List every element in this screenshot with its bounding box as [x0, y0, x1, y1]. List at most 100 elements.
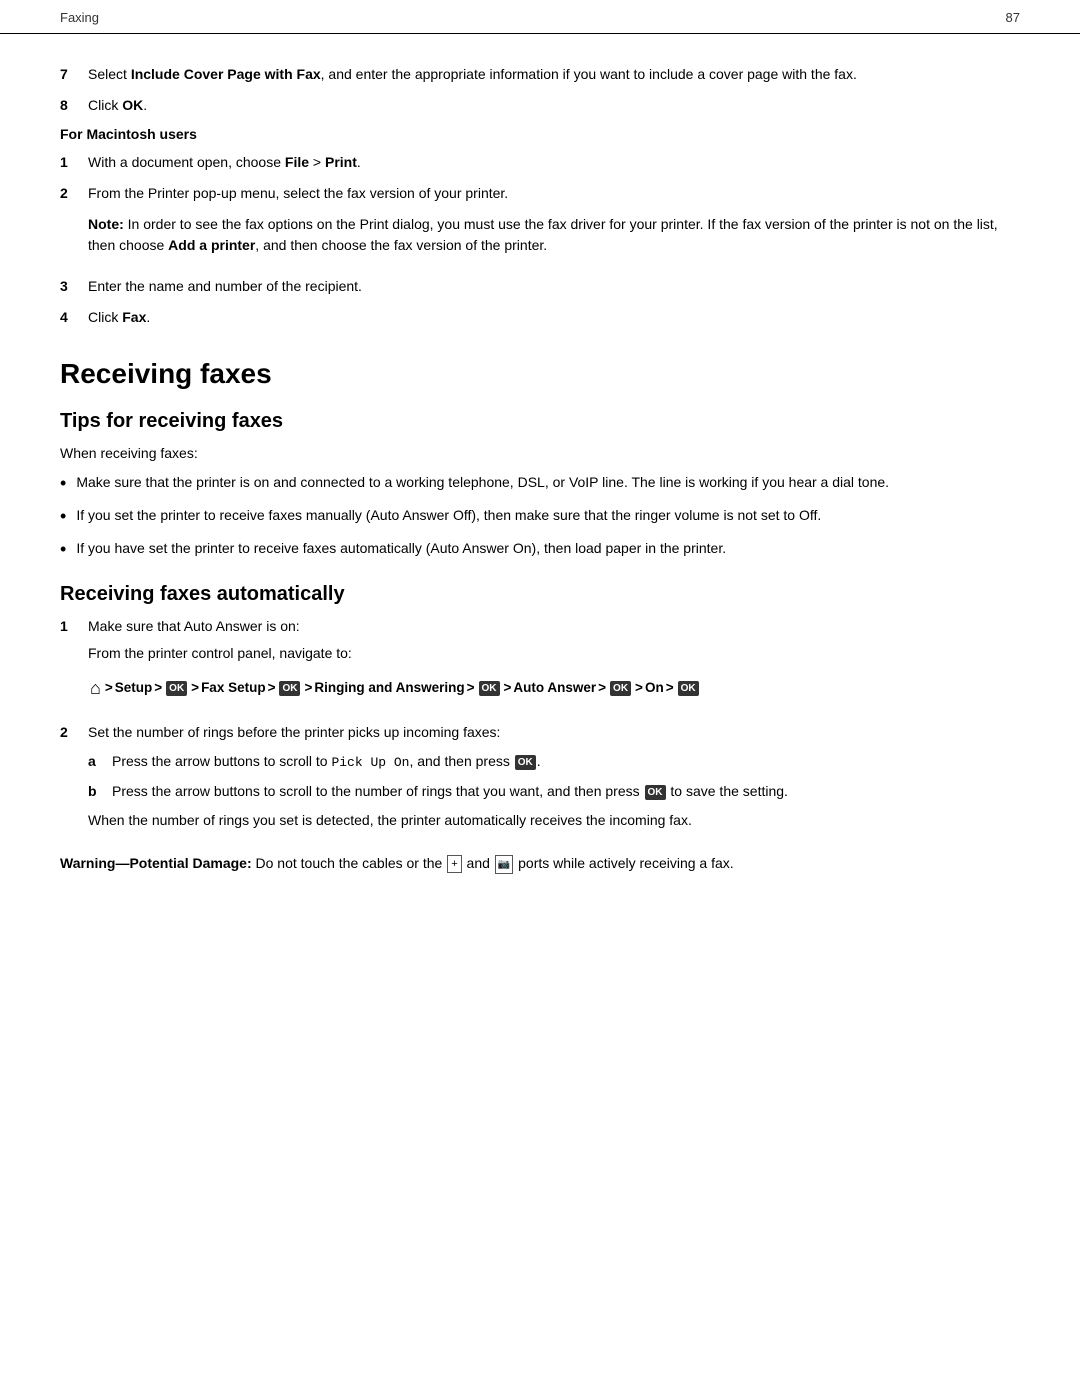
tip-2-text: If you set the printer to receive faxes …	[76, 505, 821, 526]
sub-step-b-label: b	[88, 781, 112, 802]
mac-step-3-number: 3	[60, 276, 88, 297]
mac-step-3-text: Enter the name and number of the recipie…	[88, 278, 362, 294]
step-7-text-after: , and enter the appropriate information …	[321, 66, 857, 82]
step-8-content: Click OK.	[88, 95, 1020, 116]
tips-intro: When receiving faxes:	[60, 443, 1020, 464]
ok-badge-1: OK	[166, 681, 187, 696]
nav-arrow-3: >	[191, 676, 199, 700]
step-7-text-before: Select	[88, 66, 131, 82]
tips-list: • Make sure that the printer is on and c…	[60, 472, 1020, 563]
mac-step-1-bold1: File	[285, 154, 309, 170]
mac-step-1-number: 1	[60, 152, 88, 173]
step-7: 7 Select Include Cover Page with Fax, an…	[60, 64, 1020, 85]
sub-a-text-after: , and then press	[409, 753, 513, 769]
nav-arrow-5: >	[304, 676, 312, 700]
mac-section-heading: For Macintosh users	[60, 126, 1020, 142]
nav-arrow-4: >	[268, 676, 276, 700]
nav-setup: Setup	[115, 676, 153, 700]
auto-step-2: 2 Set the number of rings before the pri…	[60, 722, 1020, 837]
auto-step-1-number: 1	[60, 616, 88, 712]
nav-arrow-1: >	[105, 676, 113, 700]
mac-note-text-after: , and then choose the fax version of the…	[255, 237, 547, 253]
nav-arrow-7: >	[504, 676, 512, 700]
mac-step-2-content: From the Printer pop-up menu, select the…	[88, 183, 1020, 266]
mac-step-4-bold: Fax	[122, 309, 146, 325]
nav-arrow-10: >	[666, 676, 674, 700]
mac-step-1: 1 With a document open, choose File > Pr…	[60, 152, 1020, 173]
auto-step-1-text: Make sure that Auto Answer is on:	[88, 616, 1020, 637]
nav-arrow-2: >	[154, 676, 162, 700]
ok-badge-5: OK	[678, 681, 699, 696]
mac-step-3: 3 Enter the name and number of the recip…	[60, 276, 1020, 297]
nav-arrow-9: >	[635, 676, 643, 700]
mac-step-4-number: 4	[60, 307, 88, 328]
sub-step-b: b Press the arrow buttons to scroll to t…	[88, 781, 1020, 802]
list-item: • Make sure that the printer is on and c…	[60, 472, 1020, 497]
nav-arrow-8: >	[598, 676, 606, 700]
mac-note-label: Note:	[88, 216, 124, 232]
tips-title: Tips for receiving faxes	[60, 410, 1020, 433]
ok-badge-2: OK	[279, 681, 300, 696]
mac-note: Note: In order to see the fax options on…	[88, 214, 1020, 256]
auto-step-1-nav-intro: From the printer control panel, navigate…	[88, 643, 1020, 664]
auto-step-2-after-text: When the number of rings you set is dete…	[88, 810, 1020, 831]
mac-step-1-text-after: .	[357, 154, 361, 170]
nav-path: ⌂ > Setup > OK > Fax Setup > OK > Ringin…	[88, 672, 1020, 704]
bullet-icon-2: •	[60, 503, 66, 530]
port-icon-1: +	[447, 855, 461, 874]
warning-label: Warning—Potential Damage:	[60, 855, 252, 871]
auto-fax-title: Receiving faxes automatically	[60, 583, 1020, 606]
auto-step-2-number: 2	[60, 722, 88, 837]
sub-step-a: a Press the arrow buttons to scroll to P…	[88, 751, 1020, 773]
mac-step-2: 2 From the Printer pop-up menu, select t…	[60, 183, 1020, 266]
page-content: 7 Select Include Cover Page with Fax, an…	[0, 54, 1080, 914]
nav-auto-answer: Auto Answer	[513, 676, 596, 700]
sub-a-mono: Pick Up On	[331, 755, 409, 770]
mac-step-1-text-before: With a document open, choose	[88, 154, 285, 170]
ok-badge-6: OK	[515, 755, 536, 770]
step-7-content: Select Include Cover Page with Fax, and …	[88, 64, 1020, 85]
mac-step-2-text: From the Printer pop-up menu, select the…	[88, 183, 1020, 204]
bullet-icon-3: •	[60, 536, 66, 563]
sub-b-text-before: Press the arrow buttons to scroll to the…	[112, 783, 644, 799]
port-icon-2: 📷	[495, 855, 513, 874]
mac-step-2-number: 2	[60, 183, 88, 266]
nav-fax-setup: Fax Setup	[201, 676, 266, 700]
sub-a-text-end: .	[537, 753, 541, 769]
home-icon: ⌂	[90, 672, 101, 704]
mac-step-1-separator: >	[309, 154, 325, 170]
tip-3-text: If you have set the printer to receive f…	[76, 538, 726, 559]
ok-badge-4: OK	[610, 681, 631, 696]
auto-step-2-content: Set the number of rings before the print…	[88, 722, 1020, 837]
auto-step-2-text: Set the number of rings before the print…	[88, 722, 1020, 743]
auto-step-1-content: Make sure that Auto Answer is on: From t…	[88, 616, 1020, 712]
list-item: • If you set the printer to receive faxe…	[60, 505, 1020, 530]
ok-badge-7: OK	[645, 785, 666, 800]
nav-on: On	[645, 676, 664, 700]
step-8-text-after: .	[143, 97, 147, 113]
tip-1-text: Make sure that the printer is on and con…	[76, 472, 889, 493]
mac-step-1-content: With a document open, choose File > Prin…	[88, 152, 1020, 173]
sub-b-text-after: to save the setting.	[667, 783, 788, 799]
header-section-label: Faxing	[60, 10, 99, 25]
step-7-bold: Include Cover Page with Fax	[131, 66, 321, 82]
step-7-number: 7	[60, 64, 88, 85]
step-8-number: 8	[60, 95, 88, 116]
mac-step-4-text-before: Click	[88, 309, 122, 325]
header-page-number: 87	[1006, 10, 1020, 25]
sub-a-text-before: Press the arrow buttons to scroll to	[112, 753, 331, 769]
step-8-text-before: Click	[88, 97, 122, 113]
warning-text-after: ports while actively receiving a fax.	[514, 855, 733, 871]
nav-ringing: Ringing and Answering	[314, 676, 464, 700]
mac-heading-text: For Macintosh users	[60, 126, 197, 142]
mac-step-3-content: Enter the name and number of the recipie…	[88, 276, 1020, 297]
warning-text: Do not touch the cables or the	[252, 855, 447, 871]
bullet-icon-1: •	[60, 470, 66, 497]
page-header: Faxing 87	[0, 0, 1080, 34]
page: Faxing 87 7 Select Include Cover Page wi…	[0, 0, 1080, 1397]
mac-note-bold: Add a printer	[168, 237, 255, 253]
sub-step-a-label: a	[88, 751, 112, 773]
mac-step-4-content: Click Fax.	[88, 307, 1020, 328]
sub-step-a-content: Press the arrow buttons to scroll to Pic…	[112, 751, 1020, 773]
nav-arrow-6: >	[467, 676, 475, 700]
